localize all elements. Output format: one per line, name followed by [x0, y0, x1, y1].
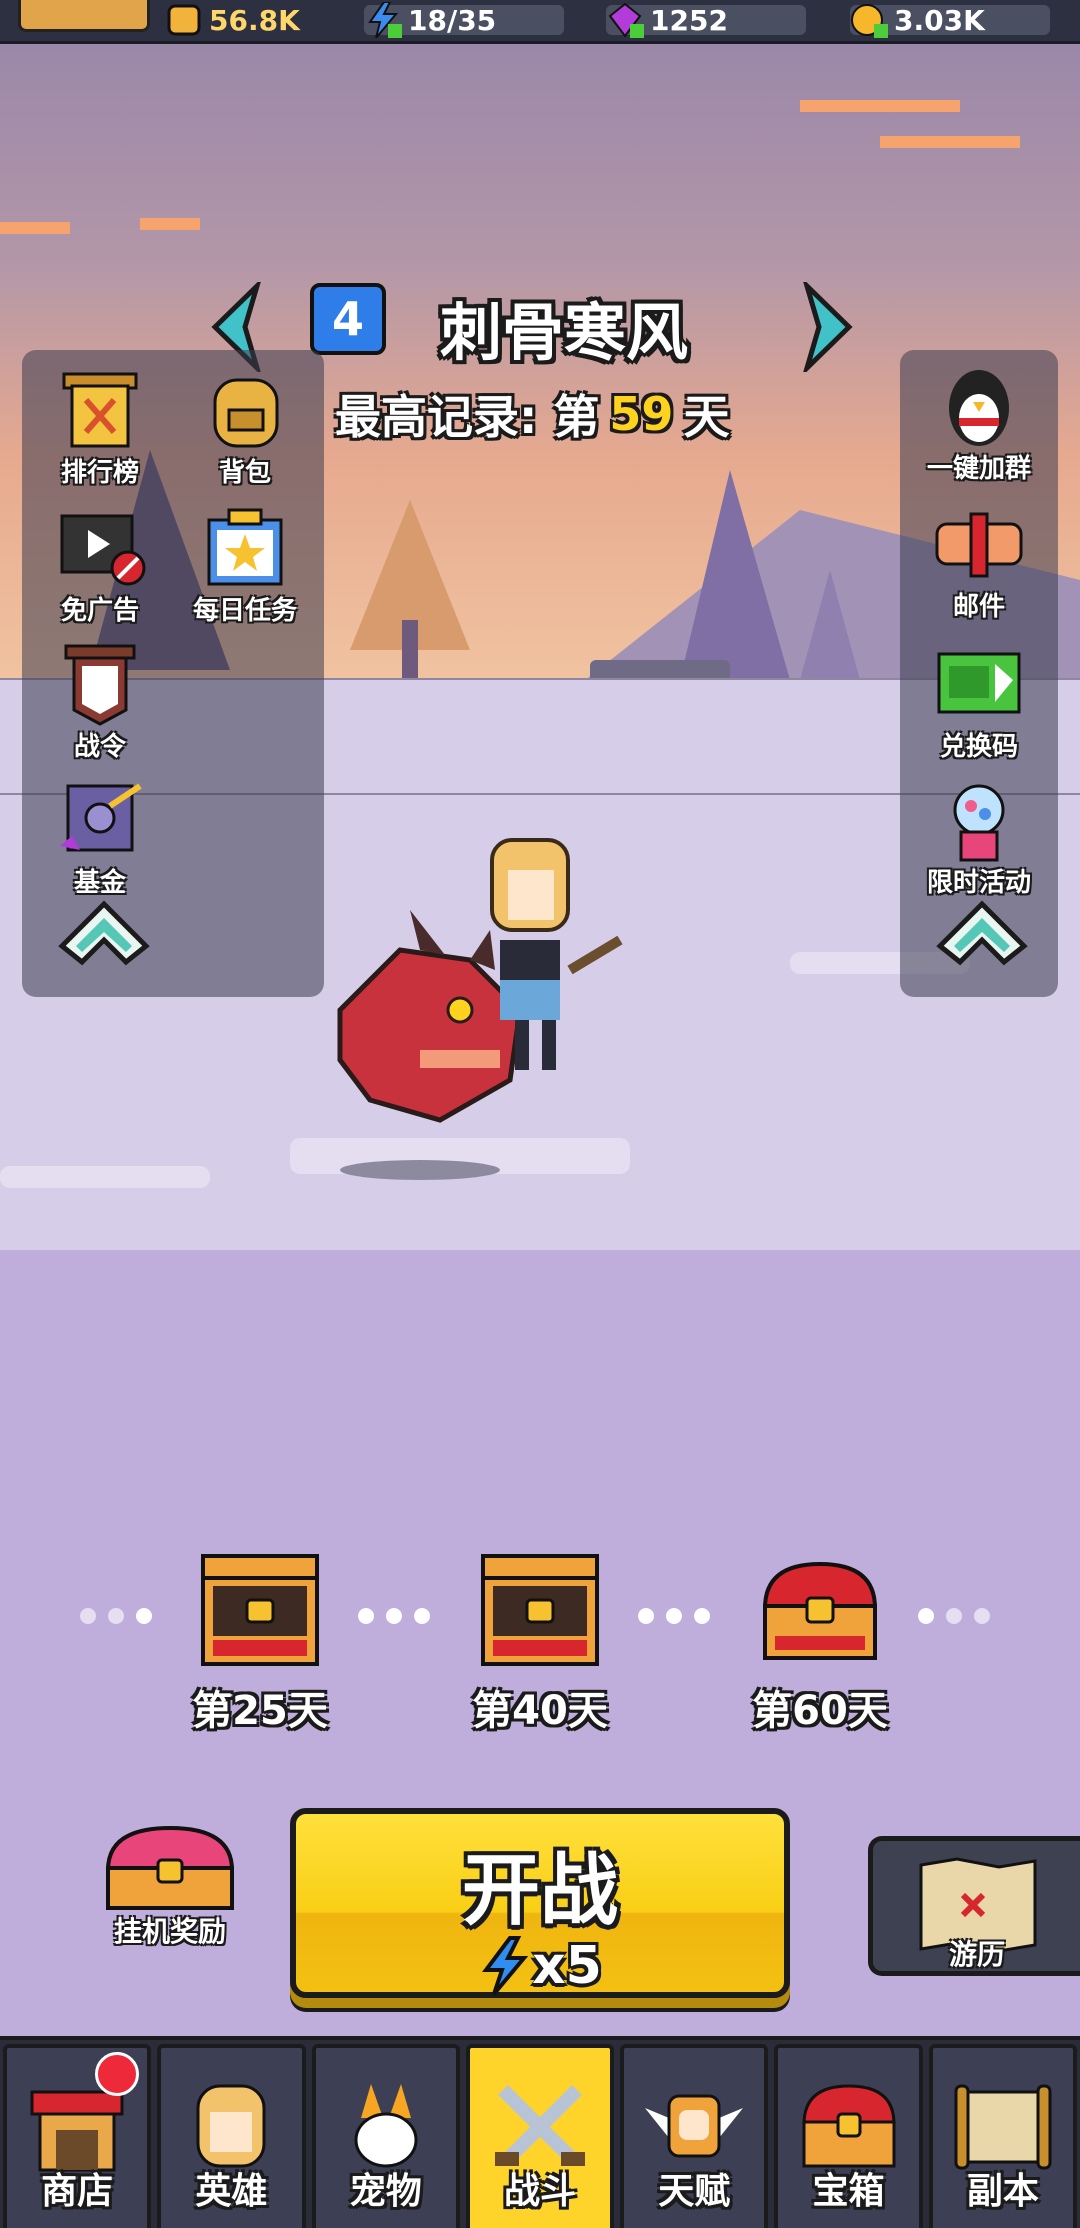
progress-dots	[80, 1608, 152, 1624]
tab-dungeons[interactable]: 副本	[928, 2044, 1077, 2228]
game-screen: 56.8K 18/35 1252 3.03K 4 刺骨寒风 最高记录: 第 59…	[0, 0, 1080, 2228]
stage-number: 4	[310, 283, 386, 355]
hero-riding-dragon	[337, 838, 623, 1180]
daily-tasks-button[interactable]: 每日任务	[185, 504, 305, 632]
resource-power[interactable]: 56.8K	[165, 0, 318, 40]
cloud	[880, 136, 1020, 148]
progress-dots	[638, 1608, 710, 1624]
limited-event-button[interactable]: 限时活动	[919, 776, 1039, 904]
travel-button[interactable]: 游历	[868, 1836, 1080, 1976]
bottom-nav: 商店 英雄 宠物 战斗 天赋 宝箱 副本	[0, 2036, 1080, 2228]
left-collapse-chevron-up-icon[interactable]	[56, 898, 152, 968]
no-ads-icon	[60, 514, 146, 586]
mail-button[interactable]: 邮件	[919, 500, 1039, 628]
resource-gems[interactable]: 1252	[606, 0, 806, 40]
gumball-machine-icon	[953, 784, 1005, 862]
cloud	[140, 218, 200, 230]
backpack-button[interactable]: 背包	[185, 366, 305, 494]
gem-icon	[608, 2, 644, 38]
banner-icon	[62, 372, 138, 448]
right-collapse-chevron-up-icon[interactable]	[934, 898, 1030, 968]
stage-name: 刺骨寒风	[440, 296, 689, 369]
cloud	[800, 100, 960, 112]
penguin-icon	[949, 370, 1009, 446]
fund-button[interactable]: 基金	[40, 776, 160, 904]
best-record-days: 59	[609, 387, 674, 441]
notification-badge	[95, 2052, 140, 2096]
resource-energy[interactable]: 18/35	[364, 0, 564, 40]
lightning-icon	[482, 1936, 529, 1996]
progress-dots	[358, 1608, 430, 1624]
leaderboard-button[interactable]: 排行榜	[40, 366, 160, 494]
treasure-chest-icon	[105, 1825, 235, 1910]
start-battle-button[interactable]: 开战 x5	[290, 1808, 790, 1998]
battle-pass-button[interactable]: 战令	[40, 640, 160, 768]
resource-gold[interactable]: 3.03K	[850, 0, 1050, 40]
helmet-icon	[167, 4, 201, 36]
next-stage-arrow-icon[interactable]	[795, 282, 859, 372]
energy-cost: x5	[478, 1936, 602, 1996]
milestone-chest-1[interactable]: 第25天	[190, 1548, 330, 1748]
tab-heroes[interactable]: 英雄	[157, 2044, 306, 2228]
snow-patch	[0, 1166, 210, 1188]
closed-chest-icon	[762, 1561, 878, 1660]
progress-dots	[918, 1608, 990, 1624]
milestone-chest-3[interactable]: 第60天	[750, 1548, 890, 1748]
milestone-chest-2[interactable]: 第40天	[470, 1548, 610, 1748]
no-ads-button[interactable]: 免广告	[40, 504, 160, 632]
cloud	[0, 222, 70, 234]
lightning-icon	[368, 2, 402, 38]
battle-pass-icon	[64, 644, 136, 726]
idle-reward-button[interactable]: 挂机奖励	[95, 1820, 245, 1950]
tab-talents[interactable]: 天赋	[620, 2044, 769, 2228]
mail-scroll-icon	[935, 512, 1023, 578]
tab-battle[interactable]: 战斗	[465, 2044, 615, 2228]
tab-pets[interactable]: 宠物	[311, 2044, 460, 2228]
coin-icon	[851, 4, 888, 38]
tab-chests[interactable]: 宝箱	[774, 2044, 923, 2228]
resource-bar: 56.8K 18/35 1252 3.03K	[0, 0, 1080, 44]
player-avatar[interactable]	[18, 0, 150, 32]
backpack-icon	[213, 378, 279, 448]
join-group-button[interactable]: 一键加群	[919, 362, 1039, 490]
redeem-code-button[interactable]: 兑换码	[919, 640, 1039, 768]
fund-safe-icon	[60, 783, 142, 852]
opened-chest-icon	[201, 1554, 319, 1666]
best-record: 最高记录: 第 59 天	[335, 387, 730, 444]
opened-chest-icon	[481, 1554, 599, 1666]
tab-shop[interactable]: 商店	[3, 2044, 152, 2228]
daily-task-icon	[207, 508, 283, 586]
ticket-icon	[937, 652, 1021, 714]
